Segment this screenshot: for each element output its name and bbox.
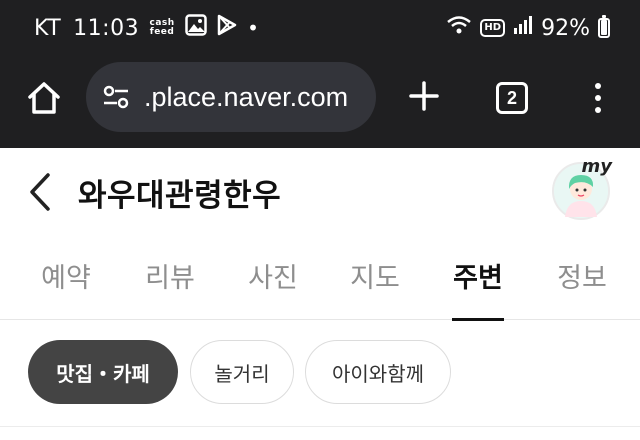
status-left: KT 11:03 cash feed • bbox=[34, 14, 259, 42]
play-store-icon bbox=[217, 14, 237, 42]
battery-fill bbox=[601, 20, 607, 35]
plus-icon bbox=[409, 81, 439, 111]
chip-with-kids[interactable]: 아이와함께 bbox=[305, 340, 451, 404]
battery-icon bbox=[598, 15, 610, 38]
tab-reservation[interactable]: 예약 bbox=[36, 256, 96, 295]
browser-chrome: KT 11:03 cash feed • HD 92% .place.naver… bbox=[0, 0, 640, 148]
page-title: 와우대관령한우 bbox=[78, 178, 282, 214]
gallery-icon bbox=[185, 14, 207, 42]
menu-dot bbox=[595, 83, 601, 89]
chip-activities[interactable]: 놀거리 bbox=[190, 340, 294, 404]
cashfeed-icon: cash feed bbox=[149, 19, 175, 37]
notification-dot: • bbox=[247, 16, 260, 40]
back-arrow-icon bbox=[30, 173, 50, 211]
home-button[interactable] bbox=[22, 76, 66, 120]
status-right: HD 92% bbox=[446, 14, 610, 42]
category-chips: 맛집・카페 놀거리 아이와함께 bbox=[0, 340, 640, 406]
tab-reviews[interactable]: 리뷰 bbox=[140, 256, 200, 295]
new-tab-button[interactable] bbox=[404, 76, 444, 116]
back-button[interactable] bbox=[20, 170, 60, 214]
more-vert-icon[interactable] bbox=[584, 76, 612, 120]
browser-toolbar: .place.naver.com 2 bbox=[0, 56, 640, 148]
active-tab-indicator bbox=[452, 318, 504, 321]
carrier-label: KT bbox=[34, 15, 62, 41]
cashfeed-bottom-text: feed bbox=[149, 27, 175, 37]
battery-percent: 92% bbox=[541, 15, 590, 41]
url-text[interactable]: .place.naver.com bbox=[144, 82, 370, 113]
tab-info[interactable]: 정보 bbox=[552, 256, 612, 295]
menu-dot bbox=[595, 95, 601, 101]
tune-icon[interactable] bbox=[100, 81, 132, 113]
url-bar[interactable]: .place.naver.com bbox=[86, 62, 376, 132]
tab-nearby[interactable]: 주변 bbox=[448, 256, 508, 295]
my-label: my bbox=[581, 156, 613, 177]
signal-icon bbox=[513, 15, 533, 41]
divider bbox=[0, 426, 640, 427]
tab-photos[interactable]: 사진 bbox=[243, 256, 303, 295]
tab-map[interactable]: 지도 bbox=[345, 256, 405, 295]
place-page: 와우대관령한우 my 예약 리뷰 사진 지도 주변 정보 맛집・카페 놀거리 아… bbox=[0, 148, 640, 440]
place-header: 와우대관령한우 my bbox=[0, 148, 640, 236]
wifi-icon bbox=[446, 14, 472, 42]
home-icon bbox=[28, 82, 60, 114]
status-bar: KT 11:03 cash feed • HD 92% bbox=[0, 0, 640, 56]
hd-icon: HD bbox=[480, 19, 506, 37]
place-tabs: 예약 리뷰 사진 지도 주변 정보 bbox=[0, 236, 640, 321]
avatar[interactable]: my bbox=[552, 156, 612, 220]
chip-restaurants-cafes[interactable]: 맛집・카페 bbox=[28, 340, 178, 404]
menu-dot bbox=[595, 107, 601, 113]
tabs-icon[interactable]: 2 bbox=[496, 82, 528, 114]
clock: 11:03 bbox=[73, 15, 140, 41]
